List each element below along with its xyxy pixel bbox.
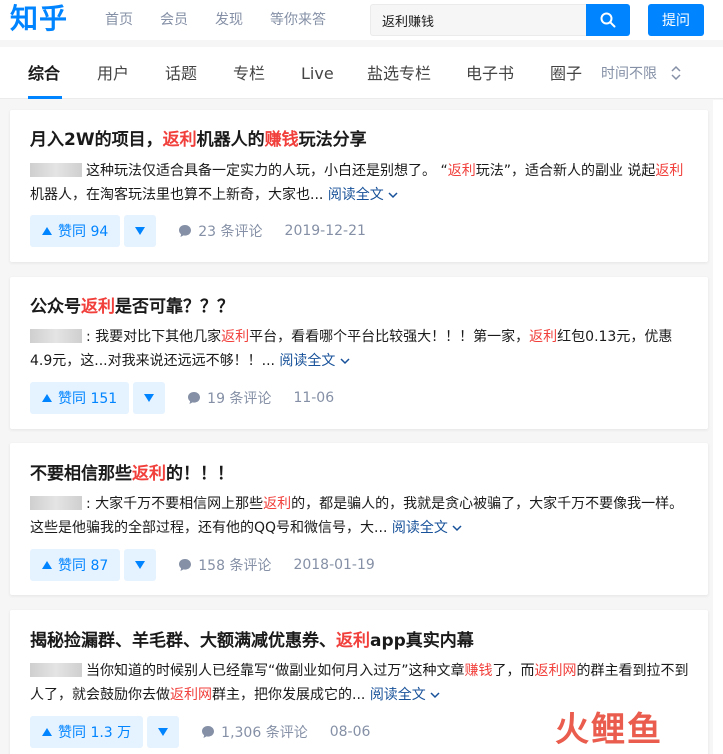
search-result-card: 月入2W的项目，返利机器人的赚钱玩法分享 这种玩法仅适合具备一定实力的人玩，小白…: [10, 110, 708, 262]
tab-topics[interactable]: 话题: [165, 64, 197, 84]
downvote-button[interactable]: [124, 549, 157, 581]
nav-home[interactable]: 首页: [105, 10, 133, 30]
tab-salt-columns[interactable]: 盐选专栏: [367, 64, 431, 84]
search-type-tabs: 综合 用户 话题 专栏 Live 盐选专栏 电子书 圈子 时间不限: [0, 47, 723, 99]
search-result-card: 公众号返利是否可靠？？？ : 我要对比下其他几家返利平台，看看哪个平台比较强大！…: [10, 277, 708, 429]
search-input[interactable]: [371, 5, 586, 35]
ask-question-button[interactable]: 提问: [648, 4, 704, 36]
action-bar: 赞同 87 158 条评论 2018-01-19: [30, 549, 375, 581]
read-more-link[interactable]: 阅读全文: [370, 687, 440, 703]
action-bar: 赞同 1.3 万 1,306 条评论 08-06: [30, 716, 370, 748]
comments-button[interactable]: 158 条评论: [178, 555, 271, 575]
downvote-button[interactable]: [124, 215, 157, 247]
comment-bubble-icon: [202, 726, 215, 738]
result-title[interactable]: 揭秘捡漏群、羊毛群、大额满减优惠券、返利app真实内幕: [30, 629, 474, 653]
tab-circles[interactable]: 圈子: [550, 64, 582, 84]
publish-date: 2018-01-19: [293, 557, 375, 573]
result-title[interactable]: 月入2W的项目，返利机器人的赚钱玩法分享: [30, 128, 367, 152]
search-result-card: 不要相信那些返利的！！！ : 大家千万不要相信网上那些返利的，都是骗人的，我就是…: [10, 443, 708, 595]
read-more-link[interactable]: 阅读全文: [392, 520, 462, 536]
main-nav: 首页 会员 发现 等你来答: [105, 10, 353, 30]
publish-date: 2019-12-21: [284, 223, 366, 239]
nav-waiting-answers[interactable]: 等你来答: [270, 10, 326, 30]
publish-date: 08-06: [329, 724, 371, 740]
comment-bubble-icon: [179, 225, 192, 237]
upvote-triangle-icon: [42, 394, 52, 402]
comment-bubble-icon: [188, 392, 201, 404]
blurred-author: [30, 163, 82, 177]
nav-membership[interactable]: 会员: [160, 10, 188, 30]
result-excerpt[interactable]: : 我要对比下其他几家返利平台，看看哪个平台比较强大！！！第一家，返利红包0.1…: [30, 325, 690, 373]
downvote-triangle-icon: [158, 728, 169, 736]
read-more-link[interactable]: 阅读全文: [279, 353, 350, 369]
result-excerpt[interactable]: 当你知道的时候别人已经靠写“做副业如何月入过万”这种文章赚钱了，而返利网的群主看…: [30, 659, 690, 707]
action-bar: 赞同 151 19 条评论 11-06: [30, 382, 334, 414]
comment-bubble-icon: [179, 559, 192, 571]
search-icon: [600, 12, 616, 28]
downvote-triangle-icon: [135, 561, 146, 569]
blurred-author: [30, 329, 82, 343]
right-sidebar-edge: [713, 100, 723, 754]
downvote-triangle-icon: [135, 227, 146, 235]
zhihu-logo[interactable]: 知乎: [10, 1, 68, 37]
downvote-triangle-icon: [144, 394, 155, 402]
comments-button[interactable]: 23 条评论: [178, 221, 263, 241]
downvote-button[interactable]: [133, 382, 166, 414]
tab-ebooks[interactable]: 电子书: [466, 64, 514, 84]
downvote-button[interactable]: [147, 716, 180, 748]
upvote-button[interactable]: 赞同 1.3 万: [30, 716, 144, 748]
upvote-triangle-icon: [42, 728, 52, 736]
chevron-down-icon: [340, 358, 350, 365]
sort-updown-icon[interactable]: [670, 63, 682, 83]
watermark-logo: 火鲤鱼: [555, 710, 663, 750]
upvote-triangle-icon: [42, 561, 52, 569]
comments-button[interactable]: 1,306 条评论: [201, 722, 308, 742]
result-excerpt[interactable]: 这种玩法仅适合具备一定实力的人玩，小白还是别想了。 “返利玩法”，适合新人的副业…: [30, 159, 690, 207]
read-more-link[interactable]: 阅读全文: [328, 187, 398, 203]
chevron-down-icon: [430, 692, 440, 699]
result-title[interactable]: 不要相信那些返利的！！！: [30, 462, 234, 486]
tab-general[interactable]: 综合: [28, 64, 60, 84]
tab-columns[interactable]: 专栏: [233, 64, 265, 84]
chevron-down-icon: [452, 525, 462, 532]
active-tab-indicator: [28, 96, 62, 99]
result-title[interactable]: 公众号返利是否可靠？？？: [30, 295, 234, 319]
action-bar: 赞同 94 23 条评论 2019-12-21: [30, 215, 366, 247]
search-box: [370, 4, 586, 36]
tab-users[interactable]: 用户: [97, 64, 129, 84]
upvote-button[interactable]: 赞同 94: [30, 215, 121, 247]
upvote-triangle-icon: [42, 227, 52, 235]
upvote-button[interactable]: 赞同 151: [30, 382, 130, 414]
top-header: 知乎 首页 会员 发现 等你来答 提问: [0, 0, 723, 40]
search-button[interactable]: [586, 4, 630, 36]
upvote-button[interactable]: 赞同 87: [30, 549, 121, 581]
time-filter-select[interactable]: 时间不限: [601, 64, 657, 84]
publish-date: 11-06: [293, 390, 335, 406]
chevron-down-icon: [388, 192, 398, 199]
tab-live[interactable]: Live: [301, 64, 334, 84]
blurred-author: [30, 496, 82, 510]
result-excerpt[interactable]: : 大家千万不要相信网上那些返利的，都是骗人的，我就是贪心被骗了，大家千万不要像…: [30, 492, 690, 540]
nav-discover[interactable]: 发现: [215, 10, 243, 30]
blurred-author: [30, 663, 82, 677]
comments-button[interactable]: 19 条评论: [187, 388, 271, 408]
